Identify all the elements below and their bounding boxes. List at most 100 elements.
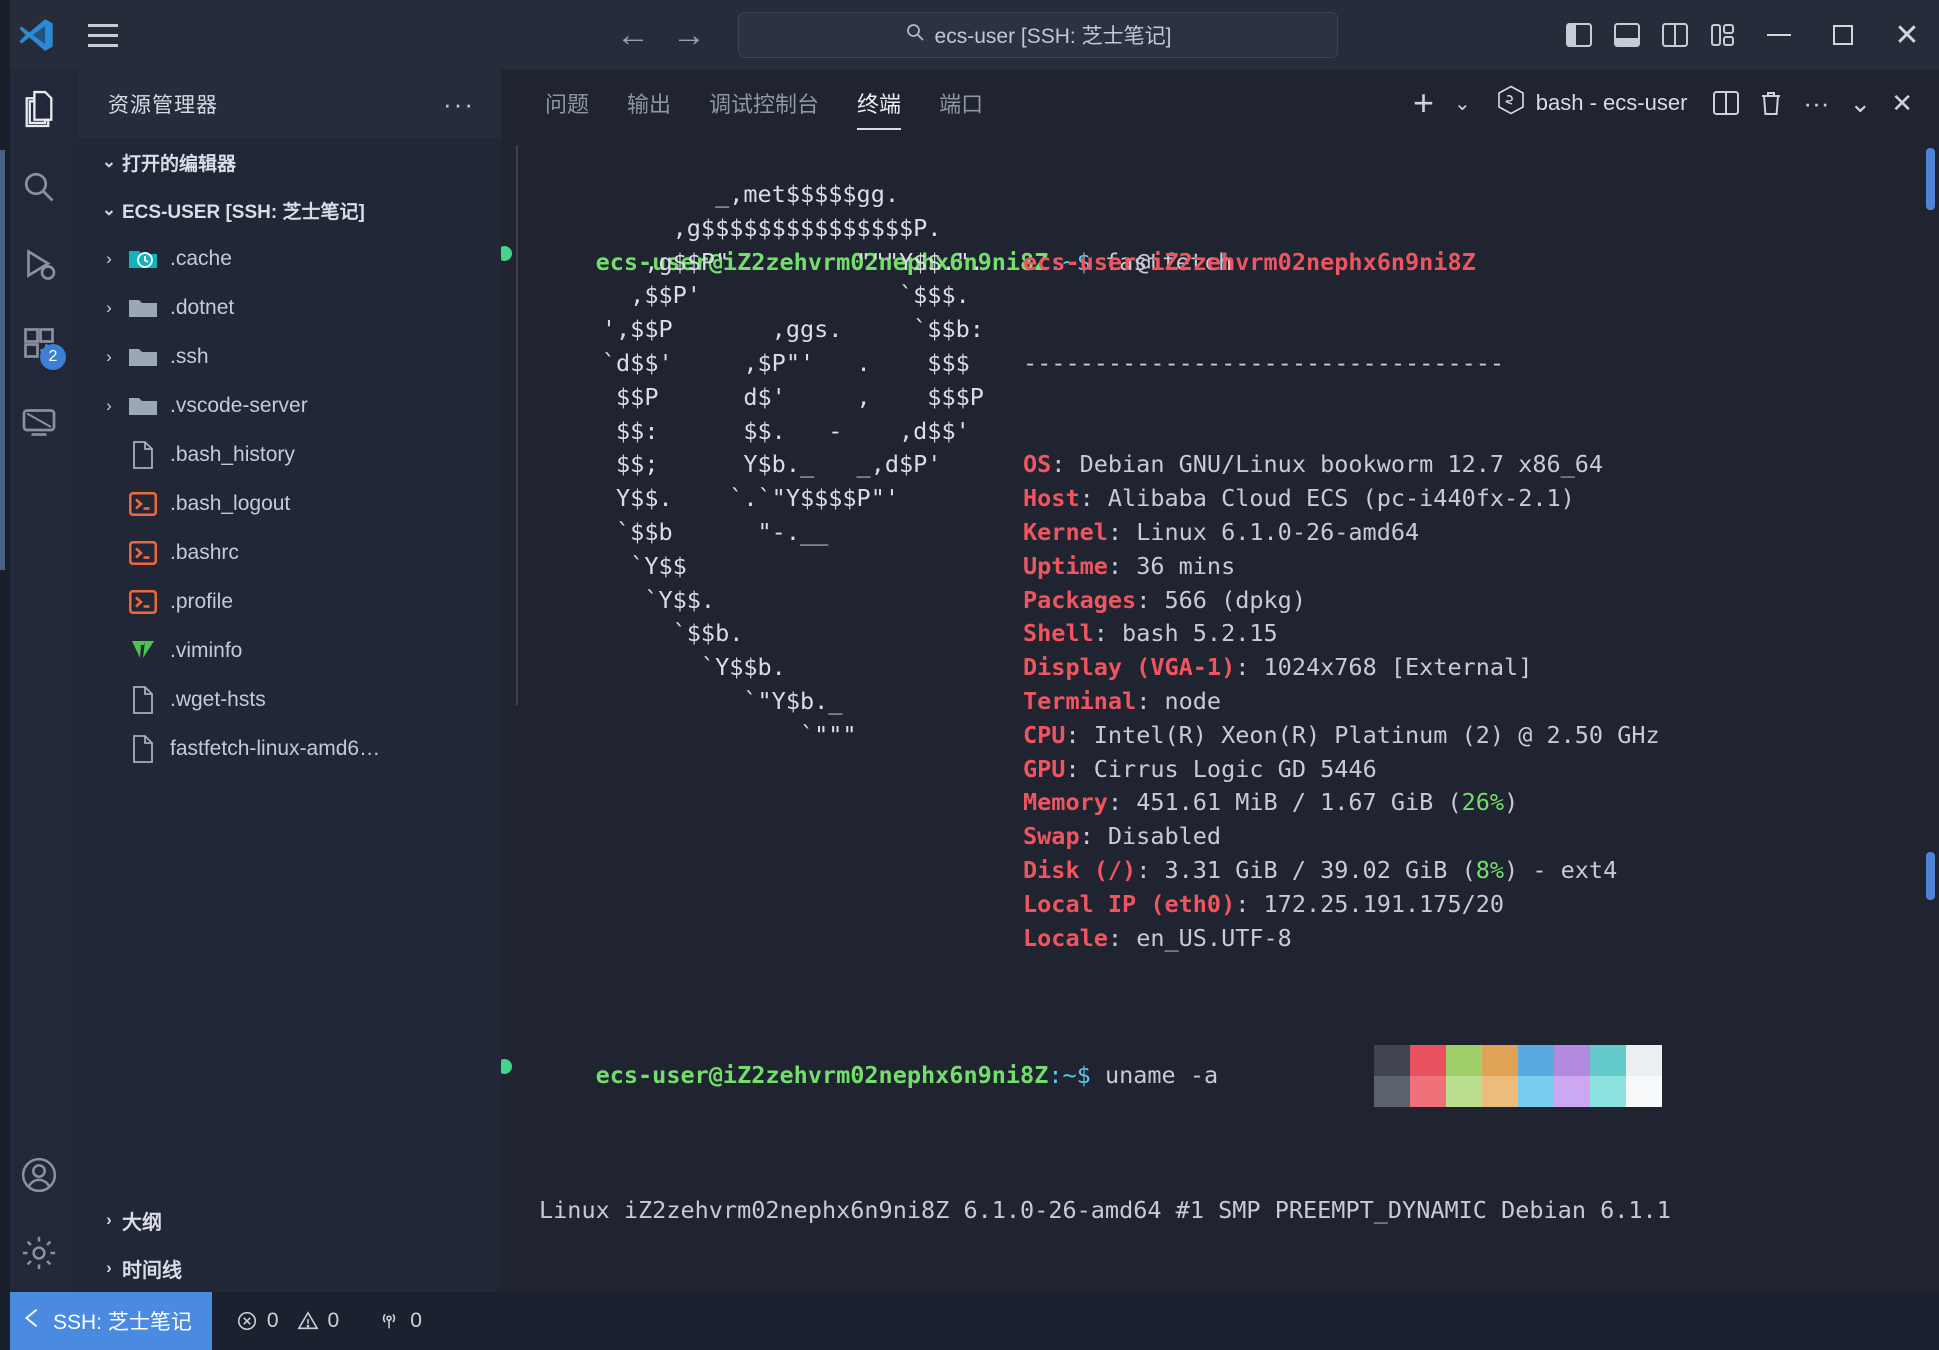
hide-panel-icon[interactable]: ⌄ bbox=[1841, 70, 1879, 136]
toggle-panel-icon[interactable] bbox=[1603, 0, 1651, 70]
sidebar-bottom-sections: › 大纲 › 时间线 bbox=[78, 1196, 501, 1292]
fetch-at: @ bbox=[1136, 248, 1150, 276]
tree-item-label: .vscode-server bbox=[170, 394, 308, 418]
activity-bar: 2 bbox=[0, 70, 78, 1292]
file-icon bbox=[124, 440, 162, 470]
tree-item-bashrc[interactable]: .bashrc bbox=[78, 528, 501, 577]
terminal-scrollbar-marker-top[interactable] bbox=[1926, 148, 1935, 210]
sidebar-item-remote-explorer[interactable] bbox=[0, 382, 78, 460]
tree-item-fastfetch-linux-amd6[interactable]: fastfetch-linux-amd6… bbox=[78, 724, 501, 773]
sidebar-item-extensions[interactable]: 2 bbox=[0, 304, 78, 382]
sidebar-item-run-and-debug[interactable] bbox=[0, 226, 78, 304]
radio-tower-icon bbox=[377, 1310, 401, 1332]
chevron-right-icon: › bbox=[96, 249, 122, 269]
bash-terminal-icon bbox=[1497, 85, 1525, 121]
section-open-editors[interactable]: ⌄ 打开的编辑器 bbox=[78, 138, 501, 186]
fastfetch-label: Disk (/) bbox=[1023, 856, 1136, 884]
fastfetch-percent: 8% bbox=[1476, 856, 1504, 884]
tree-item-ssh[interactable]: ›.ssh bbox=[78, 332, 501, 381]
tree-item-viminfo[interactable]: .viminfo bbox=[78, 626, 501, 675]
uname-output-line-1: Linux iZ2zehvrm02nephx6n9ni8Z 6.1.0-26-a… bbox=[517, 1194, 1939, 1228]
chevron-right-icon: › bbox=[96, 1210, 122, 1230]
tree-item-bash-history[interactable]: .bash_history bbox=[78, 430, 501, 479]
fastfetch-label: Locale bbox=[1023, 924, 1108, 952]
warning-count: 0 bbox=[328, 1309, 340, 1333]
command-success-icon bbox=[501, 1059, 512, 1074]
fastfetch-value: Alibaba Cloud ECS (pc-i440fx-2.1) bbox=[1108, 484, 1575, 512]
settings-gear-icon[interactable] bbox=[0, 1214, 78, 1292]
back-button[interactable]: ← bbox=[616, 18, 650, 52]
tree-item-label: .viminfo bbox=[170, 639, 242, 663]
fastfetch-row-os: OS: Debian GNU/Linux bookworm 12.7 x86_6… bbox=[1023, 448, 1662, 482]
more-actions-icon[interactable]: ··· bbox=[1795, 70, 1837, 136]
tree-item-bash-logout[interactable]: .bash_logout bbox=[78, 479, 501, 528]
chevron-right-icon: › bbox=[96, 396, 122, 416]
fastfetch-value: 36 mins bbox=[1136, 552, 1235, 580]
tree-item-profile[interactable]: .profile bbox=[78, 577, 501, 626]
terminal-line-prompt-2: ecs-user@iZ2zehvrm02nephx6n9ni8Z:~$ unam… bbox=[517, 1025, 1939, 1126]
fastfetch-value: bash 5.2.15 bbox=[1122, 619, 1278, 647]
terminal-scrollbar-marker-bottom[interactable] bbox=[1926, 852, 1935, 900]
tree-item-dotnet[interactable]: ›.dotnet bbox=[78, 283, 501, 332]
chevron-down-icon: ⌄ bbox=[96, 152, 122, 172]
fastfetch-row-display-vga-1: Display (VGA-1): 1024x768 [External] bbox=[1023, 651, 1662, 685]
section-timeline[interactable]: › 时间线 bbox=[78, 1244, 501, 1292]
fastfetch-row-terminal: Terminal: node bbox=[1023, 685, 1662, 719]
toggle-secondary-sidebar-icon[interactable] bbox=[1651, 0, 1699, 70]
forward-button[interactable]: → bbox=[672, 18, 706, 52]
tree-item-wget-hsts[interactable]: .wget-hsts bbox=[78, 675, 501, 724]
close-panel-icon[interactable]: ✕ bbox=[1883, 70, 1921, 136]
new-terminal-button[interactable]: + bbox=[1405, 70, 1442, 136]
split-terminal-icon[interactable] bbox=[1705, 70, 1747, 136]
command-success-icon bbox=[501, 246, 512, 261]
tab-terminal[interactable]: 终端 bbox=[838, 70, 920, 136]
remote-host-indicator[interactable]: SSH: 芝士笔记 bbox=[0, 1292, 212, 1350]
fastfetch-value: 3.31 GiB / 39.02 GiB ( bbox=[1164, 856, 1475, 884]
chevron-right-icon: › bbox=[96, 298, 122, 318]
command-center-search[interactable]: ecs-user [SSH: 芝士笔记] bbox=[738, 12, 1338, 58]
sidebar-item-explorer[interactable] bbox=[0, 70, 78, 148]
section-outline[interactable]: › 大纲 bbox=[78, 1196, 501, 1244]
extensions-badge: 2 bbox=[40, 344, 66, 370]
terminal-output[interactable]: ecs-user@iZ2zehvrm02nephx6n9ni8Z:~$ fast… bbox=[501, 136, 1939, 1292]
new-terminal-dropdown-icon[interactable]: ⌄ bbox=[1446, 70, 1479, 136]
close-button[interactable]: ✕ bbox=[1875, 0, 1939, 70]
section-workspace[interactable]: ⌄ ECS-USER [SSH: 芝士笔记] bbox=[78, 186, 501, 234]
vim-icon bbox=[124, 636, 162, 666]
fastfetch-label: Memory bbox=[1023, 788, 1108, 816]
fastfetch-row-shell: Shell: bash 5.2.15 bbox=[1023, 617, 1662, 651]
tab-problems[interactable]: 问题 bbox=[526, 70, 608, 136]
timeline-label: 时间线 bbox=[122, 1254, 182, 1283]
fastfetch-row-swap: Swap: Disabled bbox=[1023, 820, 1662, 854]
kill-terminal-icon[interactable] bbox=[1751, 70, 1791, 136]
sidebar-item-search[interactable] bbox=[0, 148, 78, 226]
menu-button[interactable] bbox=[72, 0, 134, 70]
accounts-button[interactable] bbox=[0, 1136, 78, 1214]
sidebar-more-actions-icon[interactable]: ··· bbox=[443, 89, 475, 120]
fastfetch-label: CPU bbox=[1023, 721, 1065, 749]
fastfetch-row-locale: Locale: en_US.UTF-8 bbox=[1023, 922, 1662, 956]
customize-layout-icon[interactable] bbox=[1699, 0, 1747, 70]
editor-edge-highlight bbox=[0, 150, 5, 570]
fastfetch-row-uptime: Uptime: 36 mins bbox=[1023, 550, 1662, 584]
fastfetch-value: Disabled bbox=[1108, 822, 1221, 850]
tree-item-label: .wget-hsts bbox=[170, 688, 266, 712]
fastfetch-label: Kernel bbox=[1023, 518, 1108, 546]
tab-ports[interactable]: 端口 bbox=[920, 70, 1002, 136]
maximize-button[interactable] bbox=[1811, 0, 1875, 70]
fastfetch-row-memory: Memory: 451.61 MiB / 1.67 GiB (26%) bbox=[1023, 786, 1662, 820]
minimize-button[interactable] bbox=[1747, 0, 1811, 70]
problems-status[interactable]: 0 0 bbox=[222, 1309, 353, 1333]
title-bar: ← → ecs-user [SSH: 芝士笔记] ✕ bbox=[0, 0, 1939, 70]
tree-item-label: .cache bbox=[170, 247, 232, 271]
fetch-user: ecs-user bbox=[1023, 248, 1136, 276]
tab-debug-console[interactable]: 调试控制台 bbox=[690, 70, 838, 136]
tree-item-cache[interactable]: › .cache bbox=[78, 234, 501, 283]
remote-host-label: SSH: 芝士笔记 bbox=[53, 1306, 192, 1336]
tree-item-vscode-server[interactable]: › .vscode-server bbox=[78, 381, 501, 430]
toggle-primary-sidebar-icon[interactable] bbox=[1555, 0, 1603, 70]
fastfetch-value: Cirrus Logic GD 5446 bbox=[1094, 755, 1377, 783]
tab-output[interactable]: 输出 bbox=[608, 70, 690, 136]
ports-status[interactable]: 0 bbox=[363, 1309, 436, 1333]
terminal-instance-tab[interactable]: bash - ecs-user bbox=[1483, 85, 1702, 121]
